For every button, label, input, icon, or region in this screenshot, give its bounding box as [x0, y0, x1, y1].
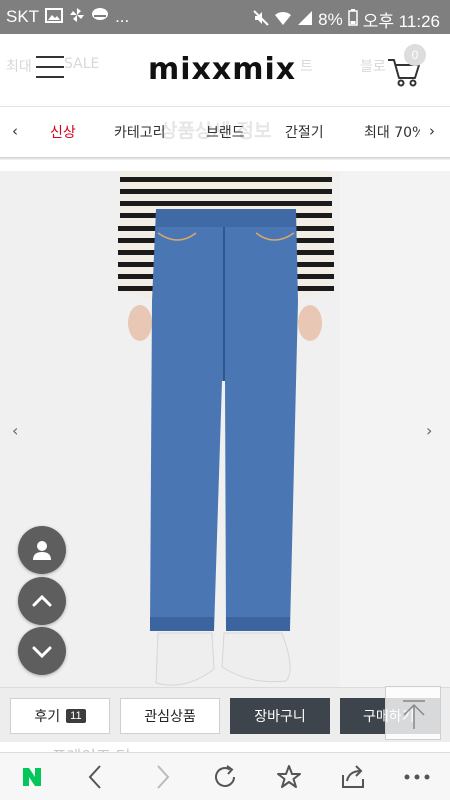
more-dots: ... — [115, 7, 130, 26]
share-icon — [342, 765, 364, 788]
reload-icon — [215, 765, 235, 787]
app-icon — [91, 7, 109, 27]
review-label: 후기 — [34, 709, 61, 725]
ghost-text-right2: 블로 — [360, 59, 386, 75]
signal-icon — [297, 10, 313, 30]
scroll-to-top-button[interactable] — [385, 686, 441, 740]
category-prev-arrow[interactable]: ‹ — [12, 122, 18, 140]
gallery-icon — [45, 7, 64, 27]
reload-button[interactable] — [201, 753, 249, 800]
category-item-brand[interactable]: 브랜드 — [206, 122, 245, 142]
status-bar: SKT ... 8% 오후 11:26 — [0, 0, 450, 34]
product-action-bar: 후기 11 관심상품 장바구니 구매하기 — [0, 686, 450, 742]
naver-logo-icon — [23, 768, 41, 786]
wishlist-button[interactable]: 관심상품 — [120, 698, 220, 734]
carrier-label: SKT — [6, 7, 40, 26]
category-item-sale[interactable]: 최대 70% — [364, 122, 420, 142]
menu-line-icon — [36, 56, 64, 58]
mute-icon — [253, 9, 269, 30]
scroll-down-button[interactable] — [18, 627, 66, 675]
chevron-up-icon — [32, 594, 52, 607]
header-divider — [0, 106, 450, 107]
chevron-left-icon — [88, 765, 101, 789]
category-item-season[interactable]: 간절기 — [285, 122, 324, 142]
gallery-next-arrow[interactable]: › — [426, 421, 432, 440]
category-nav-shadow — [0, 157, 450, 160]
product-gallery[interactable]: ‹ › — [0, 171, 450, 687]
site-header: 최대 SALE 트 블로 mixxmix — [0, 34, 450, 106]
chevron-right-icon — [157, 765, 170, 789]
back-button[interactable] — [72, 753, 120, 800]
bookmark-button[interactable] — [265, 753, 313, 800]
battery-icon — [347, 9, 358, 30]
cart-count-badge: 0 — [404, 44, 426, 66]
star-icon — [277, 765, 301, 788]
add-to-cart-button[interactable]: 장바구니 — [230, 698, 330, 734]
gallery-prev-arrow[interactable]: ‹ — [12, 421, 18, 440]
scroll-up-button[interactable] — [18, 577, 66, 625]
more-menu-button[interactable] — [393, 753, 441, 800]
share-button[interactable] — [329, 753, 377, 800]
menu-line-icon — [36, 66, 64, 68]
review-button[interactable]: 후기 11 — [10, 698, 110, 734]
ghost-text-sale: SALE — [64, 56, 100, 72]
ghost-text-left: 최대 — [6, 59, 32, 75]
category-next-arrow[interactable]: › — [429, 122, 435, 140]
more-dots-icon — [404, 774, 430, 780]
category-item-new[interactable]: 신상 — [50, 122, 76, 142]
battery-percent: 8% — [318, 9, 343, 29]
forward-button[interactable] — [138, 753, 186, 800]
naver-home-button[interactable] — [8, 753, 56, 800]
browser-toolbar — [0, 752, 450, 800]
user-icon — [33, 541, 51, 560]
pinwheel-icon — [69, 7, 85, 27]
chevron-down-icon — [32, 646, 52, 659]
review-count-badge: 11 — [66, 709, 86, 723]
my-page-button[interactable] — [18, 526, 66, 574]
status-time: 오후 11:26 — [362, 12, 440, 31]
ghost-text-right1: 트 — [300, 59, 313, 75]
site-logo[interactable]: mixxmix — [148, 52, 296, 87]
wifi-icon — [274, 10, 292, 30]
arrow-up-to-top-icon — [403, 700, 425, 729]
menu-line-icon — [36, 76, 64, 78]
category-item-category[interactable]: 카테고리 — [114, 122, 166, 142]
hamburger-menu-button[interactable] — [36, 56, 64, 80]
product-photo — [0, 171, 450, 687]
category-nav: 상품상세 정보 ‹ 신상 카테고리 브랜드 간절기 최대 70% › — [0, 108, 450, 158]
